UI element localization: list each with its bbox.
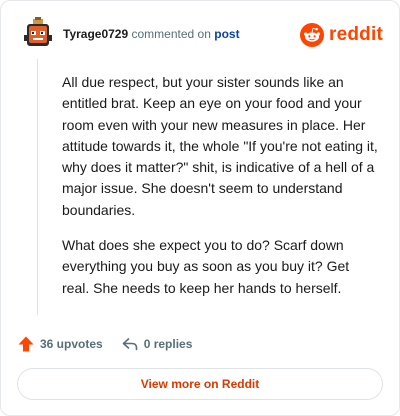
view-more-button[interactable]: View more on Reddit — [17, 368, 383, 400]
reddit-snoo-icon — [300, 23, 325, 47]
comment-header: Tyrage0729 commented on post reddit — [21, 17, 383, 53]
upvote-arrow-icon — [18, 336, 34, 352]
comment-paragraph: What does she expect you to do? Scarf do… — [62, 237, 350, 296]
comment-meta: Tyrage0729 commented on post — [63, 27, 240, 41]
reddit-wordmark: reddit — [329, 24, 383, 45]
upvote-button[interactable]: 36 upvotes — [17, 335, 103, 353]
post-link[interactable]: post — [214, 27, 239, 41]
comment-actions: 36 upvotes 0 replies — [17, 333, 192, 355]
reddit-logo[interactable]: reddit — [300, 22, 383, 48]
upvote-count: 36 upvotes — [40, 337, 103, 351]
comment-username[interactable]: Tyrage0729 — [63, 27, 128, 41]
comment-body: All due respect, but your sister sounds … — [62, 72, 380, 313]
user-avatar[interactable] — [21, 17, 55, 51]
comment-paragraph: All due respect, but your sister sounds … — [62, 74, 378, 218]
comment-embed-card: Tyrage0729 commented on post reddit All … — [0, 0, 400, 416]
reply-button[interactable]: 0 replies — [121, 335, 193, 353]
comment-action-text: commented on — [131, 27, 211, 41]
thread-line — [37, 59, 38, 315]
reply-arrow-icon — [122, 338, 138, 351]
reply-count: 0 replies — [143, 337, 193, 351]
